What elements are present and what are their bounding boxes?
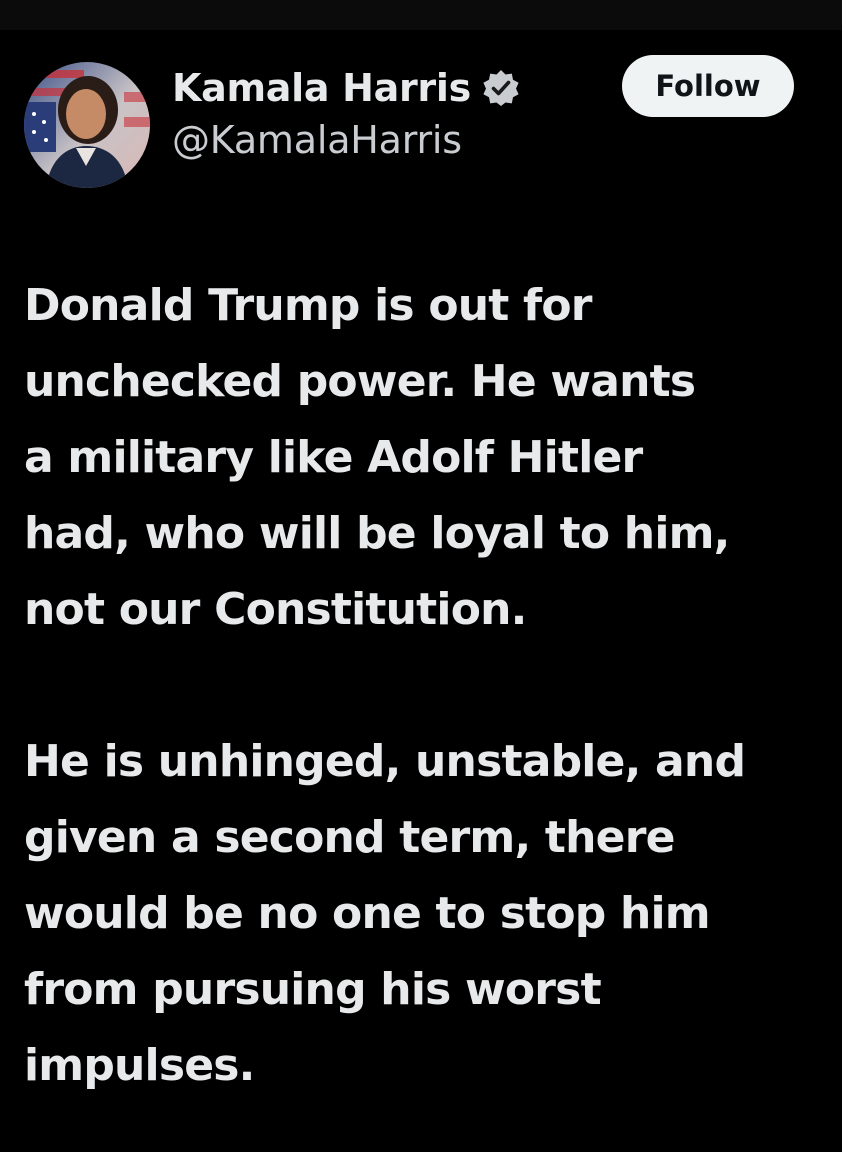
avatar[interactable] <box>24 62 150 188</box>
verified-badge-icon[interactable] <box>481 68 521 108</box>
display-name[interactable]: Kamala Harris <box>172 66 471 110</box>
tweet-header: Kamala Harris @KamalaHarris Follow <box>24 55 814 192</box>
author-info: Kamala Harris @KamalaHarris <box>172 62 521 162</box>
tweet-text: Donald Trump is out for unchecked power.… <box>24 268 824 1104</box>
profile-photo <box>24 62 150 188</box>
tweet-paragraph: He is unhinged, unstable, and given a se… <box>24 736 746 1091</box>
name-row: Kamala Harris <box>172 62 521 114</box>
top-bar <box>0 0 842 30</box>
tweet-paragraph: Donald Trump is out for unchecked power.… <box>24 280 730 635</box>
follow-button[interactable]: Follow <box>622 55 794 117</box>
author-handle[interactable]: @KamalaHarris <box>172 118 521 162</box>
